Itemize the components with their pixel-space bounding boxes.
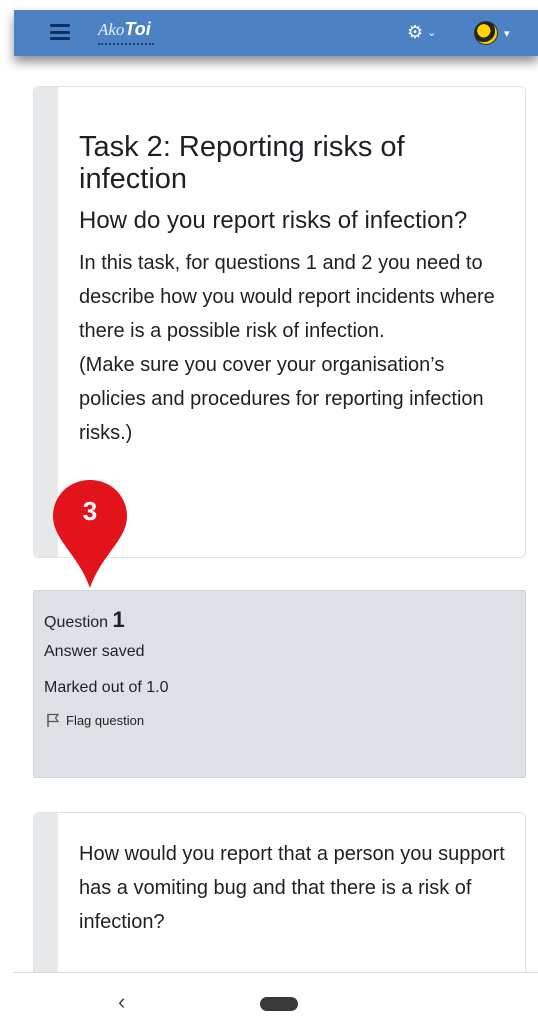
back-chevron-left-icon[interactable]: ‹ bbox=[118, 989, 125, 1015]
question-state: Answer saved bbox=[44, 643, 145, 660]
home-pill-button[interactable] bbox=[260, 997, 298, 1011]
logo-underline bbox=[98, 43, 154, 45]
user-menu-chevron-down-icon[interactable]: ▾ bbox=[504, 27, 510, 40]
question-number-value: 1 bbox=[112, 607, 125, 632]
system-nav-bar: ‹ bbox=[14, 972, 538, 1026]
top-app-bar: AkoToi ⚙ ⌄ ▾ bbox=[14, 10, 538, 56]
question-grade: Marked out of 1.0 bbox=[44, 679, 169, 696]
question-text: How would you report that a person you s… bbox=[79, 843, 505, 933]
flag-question-link[interactable]: Flag question bbox=[46, 713, 144, 730]
map-pin-icon bbox=[53, 480, 127, 588]
marker-number: 3 bbox=[82, 496, 98, 526]
site-logo[interactable]: AkoToi bbox=[98, 19, 154, 45]
task-subtitle: How do you report risks of infection? bbox=[79, 207, 468, 234]
flag-question-label: Flag question bbox=[66, 713, 145, 728]
settings-gear-icon[interactable]: ⚙ ⌄ bbox=[407, 22, 436, 43]
hamburger-menu-icon[interactable] bbox=[50, 24, 70, 40]
user-avatar[interactable] bbox=[474, 21, 498, 45]
intro-text-2: (Make sure you cover your organisation’s… bbox=[79, 354, 484, 444]
intro-text-1: In this task, for questions 1 and 2 you … bbox=[79, 252, 495, 342]
chevron-down-icon: ⌄ bbox=[427, 27, 437, 39]
task-title: Task 2: Reporting risks of infection bbox=[79, 131, 405, 195]
logo-text-toi: Toi bbox=[124, 19, 151, 39]
question-number: Question 1 bbox=[44, 607, 125, 633]
page: AkoToi ⚙ ⌄ ▾ Task 2: Reporting risks of i… bbox=[0, 0, 538, 1026]
logo-text-ako: Ako bbox=[98, 20, 125, 39]
flag-icon bbox=[46, 713, 60, 730]
step-marker-pin: 3 bbox=[50, 478, 130, 590]
question-label: Question bbox=[44, 614, 109, 631]
question-info-box: Question 1 Answer saved Marked out of 1.… bbox=[33, 590, 526, 778]
intro-paragraph: In this task, for questions 1 and 2 you … bbox=[79, 246, 509, 450]
intro-content: Task 2: Reporting risks of infection How… bbox=[79, 131, 509, 450]
